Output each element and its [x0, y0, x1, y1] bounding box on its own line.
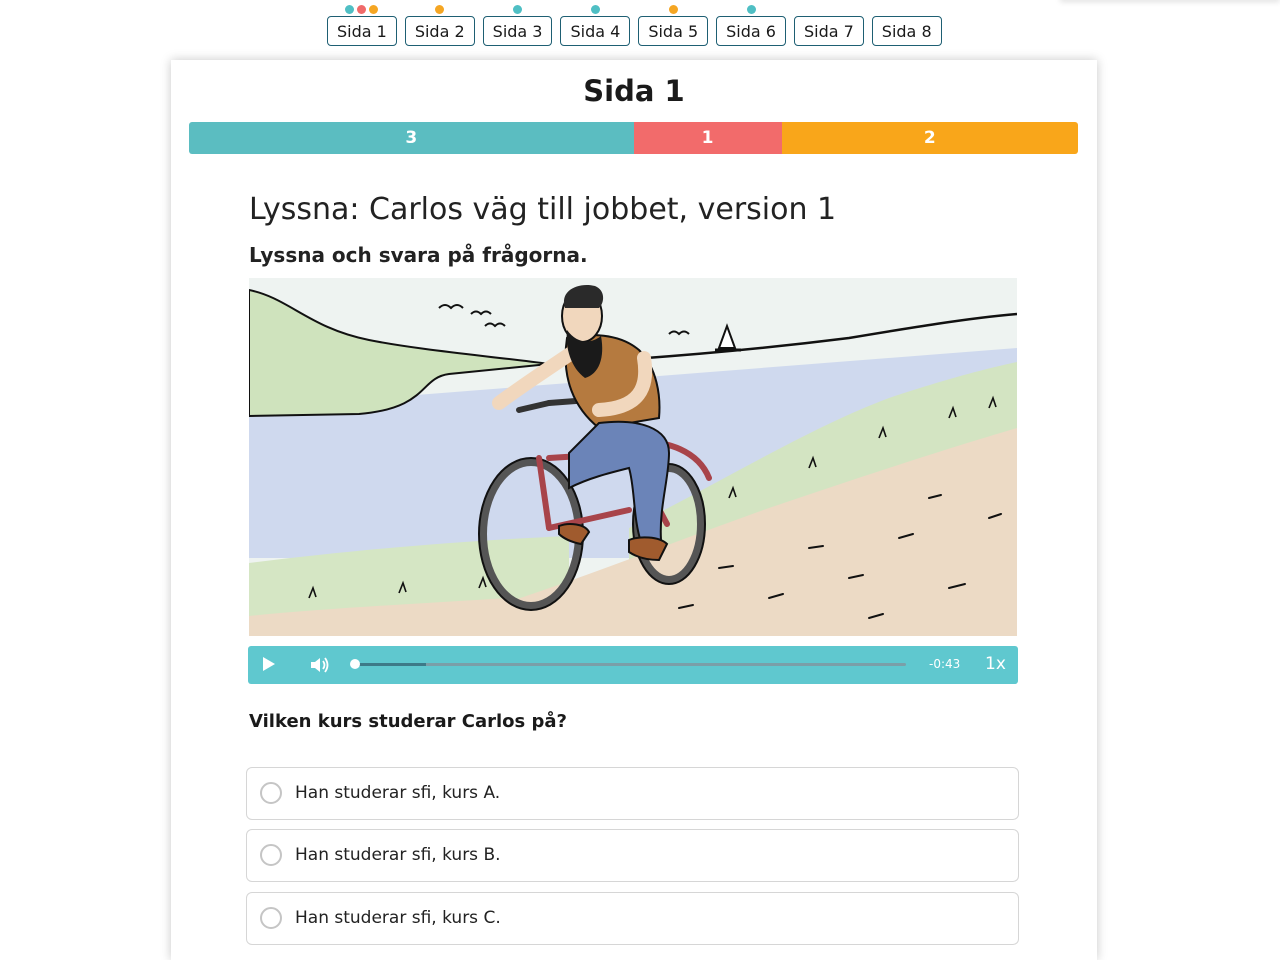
- question-text: Vilken kurs studerar Carlos på?: [249, 711, 567, 732]
- page-tab-7[interactable]: Sida 7: [793, 16, 864, 46]
- audio-buffered-bar: [354, 663, 426, 666]
- play-icon[interactable]: [263, 657, 275, 671]
- page-tab-5[interactable]: Sida 5: [638, 5, 709, 46]
- volume-icon[interactable]: [310, 656, 330, 674]
- answer-option-label: Han studerar sfi, kurs C.: [295, 908, 501, 928]
- score-bar: 3 1 2: [189, 122, 1078, 154]
- page-tab-4[interactable]: Sida 4: [560, 5, 631, 46]
- radio-button[interactable]: [260, 844, 282, 866]
- status-dot: [345, 5, 355, 14]
- answer-option-label: Han studerar sfi, kurs A.: [295, 783, 501, 803]
- score-segment-label: 1: [701, 128, 714, 148]
- status-dot: [746, 5, 756, 14]
- audio-progress-handle[interactable]: [350, 659, 360, 669]
- page-tab-label: Sida 6: [726, 21, 776, 41]
- exercise-instruction: Lyssna och svara på frågorna.: [249, 243, 588, 267]
- status-dot: [357, 5, 367, 14]
- answer-option-c[interactable]: Han studerar sfi, kurs C.: [246, 892, 1019, 945]
- score-segment-wrong: 1: [633, 122, 782, 154]
- exercise-card: Sida 1 3 1 2 Lyssna: Carlos väg till job…: [171, 60, 1097, 960]
- page-tab-label: Sida 3: [492, 21, 543, 41]
- score-segment-correct: 3: [189, 122, 634, 154]
- playback-speed-button[interactable]: 1x: [985, 654, 1006, 674]
- radio-button[interactable]: [260, 782, 282, 804]
- status-dot: [590, 5, 600, 14]
- score-segment-partial: 2: [781, 122, 1078, 154]
- status-dot: [435, 5, 445, 14]
- score-segment-label: 2: [923, 128, 936, 148]
- audio-progress-track[interactable]: [350, 659, 906, 669]
- page-tab-label: Sida 5: [648, 21, 699, 41]
- status-dot: [369, 5, 379, 14]
- page-tab-label: Sida 4: [570, 21, 621, 41]
- page-tab-1[interactable]: Sida 1: [327, 5, 397, 46]
- page-tab-2[interactable]: Sida 2: [404, 5, 475, 46]
- illustration-cyclist: [249, 278, 1017, 636]
- page-tab-label: Sida 7: [803, 21, 854, 41]
- status-dot: [668, 5, 678, 14]
- radio-button[interactable]: [260, 907, 282, 929]
- answer-option-a[interactable]: Han studerar sfi, kurs A.: [246, 767, 1019, 820]
- page-tab-label: Sida 8: [881, 21, 932, 41]
- audio-time-remaining: -0:43: [929, 657, 961, 671]
- score-segment-label: 3: [405, 128, 418, 148]
- page-title: Sida 1: [583, 74, 685, 108]
- page-tab-label: Sida 2: [414, 21, 465, 41]
- page-tab-8[interactable]: Sida 8: [871, 16, 942, 46]
- page-tab-6[interactable]: Sida 6: [716, 5, 786, 46]
- answer-option-b[interactable]: Han studerar sfi, kurs B.: [246, 829, 1019, 882]
- audio-player: -0:43 1x: [248, 646, 1018, 684]
- answer-option-label: Han studerar sfi, kurs B.: [295, 845, 501, 865]
- page-navigation: Sida 1 Sida 2 Sida 3 Sida 4 Sida 5 Sida …: [327, 5, 942, 46]
- page-tab-label: Sida 1: [337, 21, 387, 41]
- status-dot: [513, 5, 523, 14]
- exercise-title: Lyssna: Carlos väg till jobbet, version …: [249, 192, 837, 227]
- page-tab-3[interactable]: Sida 3: [482, 5, 553, 46]
